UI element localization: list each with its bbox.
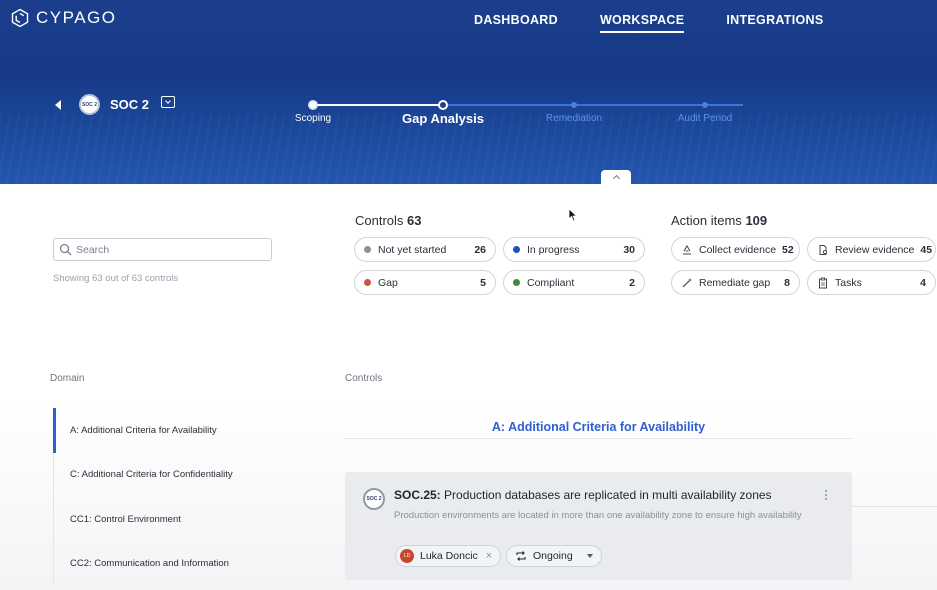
chip-label: Remediate gap xyxy=(699,276,771,289)
nav-dashboard[interactable]: DASHBOARD xyxy=(474,13,558,33)
status-dropdown[interactable]: Ongoing xyxy=(506,545,602,567)
controls-column-header: Controls xyxy=(345,373,383,384)
step-dot-audit-period[interactable] xyxy=(702,102,708,108)
domain-item-availability[interactable]: A: Additional Criteria for Availability xyxy=(53,408,303,453)
search-field[interactable] xyxy=(53,238,272,261)
owner-name: Luka Doncic xyxy=(420,550,478,562)
controls-title-label: Controls xyxy=(355,213,404,228)
action-chip-remediate-gap[interactable]: Remediate gap 8 xyxy=(671,270,800,295)
nav-integrations[interactable]: INTEGRATIONS xyxy=(726,13,823,33)
repeat-icon xyxy=(516,551,526,561)
avatar: LD xyxy=(400,549,414,563)
search-input[interactable] xyxy=(76,243,266,256)
step-dot-gap-analysis[interactable] xyxy=(438,100,448,110)
phase-stepper: Scoping Gap Analysis Remediation Audit P… xyxy=(290,98,750,128)
chip-count: 2 xyxy=(629,276,635,289)
step-label-audit-period[interactable]: Audit Period xyxy=(678,113,732,124)
step-dot-remediation[interactable] xyxy=(571,102,577,108)
chip-label: Compliant xyxy=(527,276,575,289)
chip-label: Collect evidence xyxy=(699,243,777,256)
magic-wand-icon xyxy=(681,277,693,289)
chip-label: Review evidence xyxy=(835,243,915,256)
chip-label: In progress xyxy=(527,243,580,256)
control-description: Production environments are located in m… xyxy=(394,510,802,521)
action-items-summary-title: Action items 109 xyxy=(671,213,767,228)
controls-total: 63 xyxy=(407,213,422,228)
chip-count: 8 xyxy=(784,276,790,289)
domain-item-communication[interactable]: CC2: Communication and Information xyxy=(53,541,303,586)
status-chip-compliant[interactable]: Compliant 2 xyxy=(503,270,645,295)
remove-owner-icon[interactable]: × xyxy=(486,550,492,562)
action-items-total: 109 xyxy=(745,213,768,228)
not-started-dot-icon xyxy=(364,246,371,253)
cypago-logo[interactable]: CYPAGO xyxy=(10,8,116,28)
domain-item-confidentiality[interactable]: C: Additional Criteria for Confidentiali… xyxy=(53,452,303,497)
step-label-remediation[interactable]: Remediation xyxy=(546,113,602,124)
chevron-down-icon xyxy=(586,554,593,558)
step-label-scoping[interactable]: Scoping xyxy=(295,113,331,124)
step-dot-scoping[interactable] xyxy=(308,100,318,110)
domain-column-header: Domain xyxy=(50,373,85,384)
mouse-cursor-icon xyxy=(568,208,578,222)
status-chip-gap[interactable]: Gap 5 xyxy=(354,270,496,295)
in-progress-dot-icon xyxy=(513,246,520,253)
chip-count: 26 xyxy=(474,243,486,256)
chip-label: Tasks xyxy=(835,276,862,289)
back-arrow-icon[interactable] xyxy=(55,99,61,110)
stepper-remaining-line xyxy=(443,104,743,106)
chip-label: Gap xyxy=(378,276,398,289)
cypago-logo-icon xyxy=(11,8,29,28)
status-chip-not-yet-started[interactable]: Not yet started 26 xyxy=(354,237,496,262)
chip-label: Not yet started xyxy=(378,243,447,256)
gap-dot-icon xyxy=(364,279,371,286)
collect-evidence-icon xyxy=(681,244,693,256)
control-id: SOC.25: xyxy=(394,488,441,502)
chip-count: 4 xyxy=(920,276,926,289)
step-label-gap-analysis[interactable]: Gap Analysis xyxy=(402,111,484,126)
chip-count: 5 xyxy=(480,276,486,289)
owner-pill[interactable]: LD Luka Doncic × xyxy=(395,545,502,567)
card-badge-text: SOC 2 xyxy=(366,496,382,502)
control-title[interactable]: SOC.25: Production databases are replica… xyxy=(394,488,772,502)
nav-workspace[interactable]: WORKSPACE xyxy=(599,13,685,33)
controls-summary-title: Controls 63 xyxy=(355,213,422,228)
review-evidence-icon xyxy=(817,244,829,256)
status-chip-in-progress[interactable]: In progress 30 xyxy=(503,237,645,262)
collapse-header-button[interactable] xyxy=(601,170,631,184)
domain-item-control-environment[interactable]: CC1: Control Environment xyxy=(53,497,303,542)
more-options-icon[interactable] xyxy=(825,490,827,500)
framework-name: SOC 2 xyxy=(110,97,150,112)
chevron-up-icon xyxy=(612,174,620,183)
chip-count: 30 xyxy=(623,243,635,256)
clipboard-icon xyxy=(817,277,829,289)
top-nav: DASHBOARD WORKSPACE INTEGRATIONS xyxy=(474,13,824,33)
right-divider xyxy=(852,506,937,507)
framework-selector: SOC 2 SOC 2 xyxy=(55,94,176,115)
framework-dropdown-chevron-icon[interactable] xyxy=(161,95,176,108)
domain-list: A: Additional Criteria for Availability … xyxy=(53,408,303,586)
action-chip-collect-evidence[interactable]: Collect evidence 52 xyxy=(671,237,800,262)
action-items-title-label: Action items xyxy=(671,213,742,228)
control-card[interactable]: SOC 2 SOC.25: Production databases are r… xyxy=(345,472,852,580)
stepper-progress-line xyxy=(313,104,443,106)
compliant-dot-icon xyxy=(513,279,520,286)
section-title: A: Additional Criteria for Availability xyxy=(491,420,706,434)
app-header: CYPAGO DASHBOARD WORKSPACE INTEGRATIONS … xyxy=(0,0,937,184)
action-chip-review-evidence[interactable]: Review evidence 45 xyxy=(807,237,936,262)
showing-count: Showing 63 out of 63 controls xyxy=(53,273,179,284)
status-value: Ongoing xyxy=(533,550,573,562)
soc2-badge-text: SOC 2 xyxy=(81,101,97,108)
search-icon xyxy=(59,243,72,256)
chip-count: 45 xyxy=(920,243,933,256)
soc2-badge-icon: SOC 2 xyxy=(363,488,385,510)
action-chip-tasks[interactable]: Tasks 4 xyxy=(807,270,936,295)
section-divider xyxy=(345,438,852,439)
control-title-text: Production databases are replicated in m… xyxy=(444,488,772,502)
soc2-badge-icon: SOC 2 xyxy=(79,94,100,115)
chip-count: 52 xyxy=(782,243,794,256)
brand-name: CYPAGO xyxy=(36,8,117,27)
